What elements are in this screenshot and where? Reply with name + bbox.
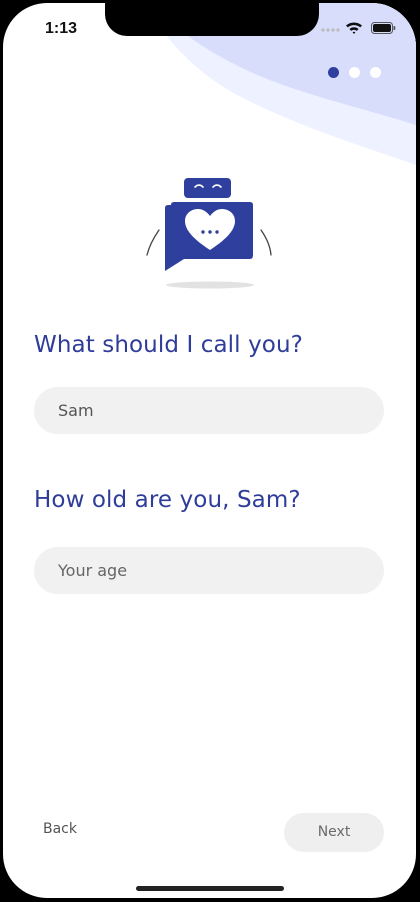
status-icons [321, 22, 396, 34]
name-input[interactable] [34, 387, 384, 434]
step-indicator [328, 67, 381, 78]
next-button[interactable]: Next [284, 813, 384, 852]
step-dot-2 [349, 67, 360, 78]
age-question: How old are you, Sam? [34, 487, 301, 513]
status-time: 1:13 [45, 20, 78, 37]
back-button[interactable]: Back [43, 821, 77, 837]
battery-icon [371, 22, 396, 34]
phone-frame: 1:13 What should I call you? Sam How old… [0, 0, 420, 902]
age-input[interactable] [34, 547, 384, 594]
step-dot-3 [370, 67, 381, 78]
name-question: What should I call you? [34, 332, 303, 358]
robot-heart-icon [146, 178, 272, 289]
cellular-icon [321, 28, 340, 32]
device-notch [105, 3, 319, 36]
onboarding-screen: 1:13 What should I call you? Sam How old… [3, 3, 416, 898]
home-indicator[interactable] [136, 886, 284, 891]
step-dot-1 [328, 67, 339, 78]
wifi-icon [346, 22, 362, 34]
